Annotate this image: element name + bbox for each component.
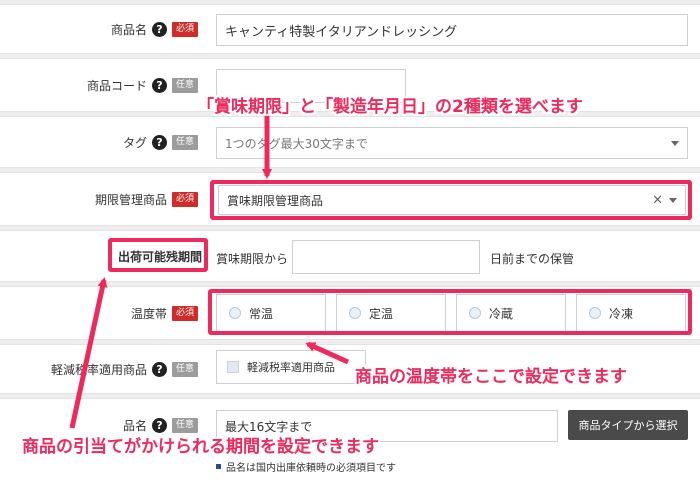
expiry-management-label: 期限管理商品 xyxy=(94,192,167,207)
row-shipping-period: 出荷可能残期間 賞味期限から 日前までの保管 xyxy=(0,230,700,282)
shipping-period-suffix: 日前までの保管 xyxy=(490,252,575,266)
optional-badge: 任意 xyxy=(171,77,198,93)
chevron-down-icon[interactable] xyxy=(671,141,679,146)
highlight-expiry-select xyxy=(210,180,692,220)
required-badge: 必須 xyxy=(171,21,198,37)
temperature-label: 温度帯 xyxy=(130,306,167,321)
required-badge: 必須 xyxy=(171,305,198,321)
select-by-product-type-button[interactable]: 商品タイプから選択 xyxy=(568,410,688,440)
annotation-expiry-note: 「賞味期限」と「製造年月日」の2種類を選べます xyxy=(197,97,583,117)
tag-select[interactable]: 1つのタグ最大30文字まで xyxy=(216,127,688,159)
row-tag: タグ ? 任意 1つのタグ最大30文字まで xyxy=(0,116,700,168)
help-icon[interactable]: ? xyxy=(151,417,167,433)
shipping-period-input[interactable] xyxy=(292,240,480,274)
checkbox-icon xyxy=(227,361,239,373)
item-name-label: 品名 xyxy=(122,418,147,433)
help-icon[interactable]: ? xyxy=(151,361,167,377)
product-code-label: 商品コード xyxy=(86,78,147,93)
tag-placeholder: 1つのタグ最大30文字まで xyxy=(225,136,368,151)
reduced-tax-checkbox[interactable]: 軽減税率適用商品 xyxy=(216,350,366,384)
item-name-note: 品名は国内出庫依頼時の必須項目です xyxy=(216,459,396,474)
item-name-note-text: 品名は国内出庫依頼時の必須項目です xyxy=(226,463,396,474)
optional-badge: 任意 xyxy=(171,417,198,433)
shipping-period-prefix: 賞味期限から xyxy=(216,252,289,266)
help-icon[interactable]: ? xyxy=(151,21,167,37)
bullet-square-icon xyxy=(216,464,221,469)
annotation-temperature-note: 商品の温度帯をここで設定できます xyxy=(355,367,627,387)
highlight-shipping-period-label xyxy=(108,238,208,272)
product-name-label: 商品名 xyxy=(110,22,147,37)
reduced-tax-label: 軽減税率適用商品 xyxy=(50,362,147,377)
optional-badge: 任意 xyxy=(171,134,198,150)
tag-label: タグ xyxy=(122,135,147,150)
row-product-name: 商品名 ? 必須 キャンティ特製イタリアンドレッシング xyxy=(0,4,700,54)
highlight-temperature-options xyxy=(208,289,692,335)
optional-badge: 任意 xyxy=(171,361,198,377)
checkbox-label: 軽減税率適用商品 xyxy=(247,361,335,374)
product-form: 商品名 ? 必須 キャンティ特製イタリアンドレッシング 商品コード ? 任意 タ… xyxy=(0,0,700,483)
help-icon[interactable]: ? xyxy=(151,77,167,93)
annotation-period-note: 商品の引当てがかけられる期間を設定できます xyxy=(22,437,379,457)
product-name-input[interactable]: キャンティ特製イタリアンドレッシング xyxy=(216,14,688,46)
required-badge: 必須 xyxy=(171,191,198,207)
help-icon[interactable]: ? xyxy=(151,134,167,150)
